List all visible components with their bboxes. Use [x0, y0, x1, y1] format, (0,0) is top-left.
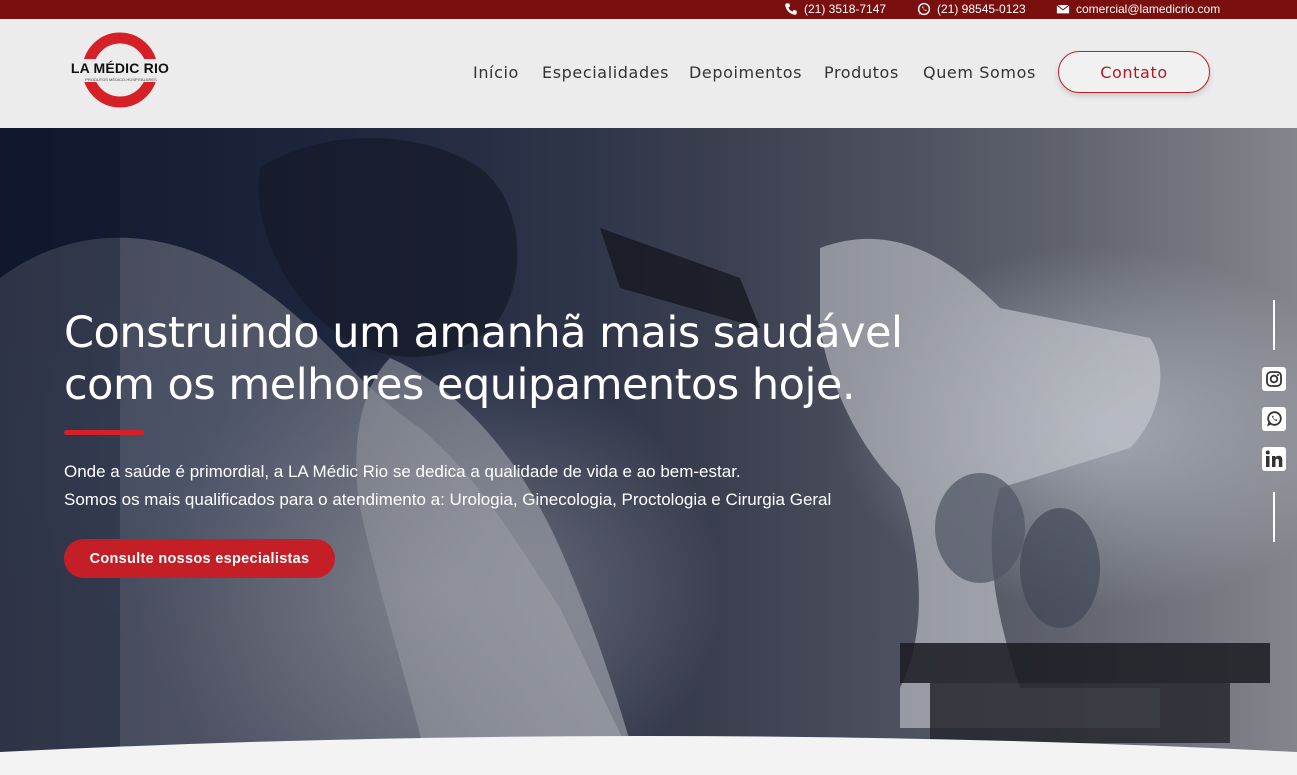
- instagram-icon[interactable]: [1262, 367, 1286, 391]
- headline-divider: [64, 430, 144, 435]
- headline-line-1: Construindo um amanhã mais saudável: [64, 308, 903, 358]
- logo-tagline: PRODUTOS MÉDICO-HOSPITALARES: [78, 77, 164, 82]
- whatsapp-contact[interactable]: (21) 98545-0123: [917, 2, 1026, 16]
- consult-specialists-button[interactable]: Consulte nossos especialistas: [64, 539, 335, 578]
- hero-description: Onde a saúde é primordial, a LA Médic Ri…: [64, 458, 831, 514]
- social-rail-line-bottom: [1273, 492, 1275, 542]
- linkedin-icon[interactable]: [1262, 447, 1286, 471]
- whatsapp-icon: [917, 2, 931, 16]
- headline-line-2: com os melhores equipamentos hoje.: [64, 360, 856, 410]
- top-contact-bar: (21) 3518-7147 (21) 98545-0123 comercial…: [0, 0, 1297, 19]
- description-line-2: Somos os mais qualificados para o atendi…: [64, 490, 832, 509]
- mail-icon: [1056, 4, 1070, 14]
- hero-overlay: [0, 128, 1297, 775]
- phone-contact[interactable]: (21) 3518-7147: [784, 2, 886, 16]
- hero-section: Construindo um amanhã mais saudável com …: [0, 128, 1297, 775]
- email-address: comercial@lamedicrio.com: [1076, 2, 1221, 16]
- nav-quem-somos[interactable]: Quem Somos: [923, 63, 1036, 82]
- whatsapp-number: (21) 98545-0123: [937, 2, 1026, 16]
- nav-inicio[interactable]: Início: [473, 63, 519, 82]
- description-line-1: Onde a saúde é primordial, a LA Médic Ri…: [64, 462, 741, 481]
- site-header: LA MÉDIC RIO PRODUTOS MÉDICO-HOSPITALARE…: [0, 19, 1297, 128]
- email-contact[interactable]: comercial@lamedicrio.com: [1056, 2, 1220, 16]
- nav-depoimentos[interactable]: Depoimentos: [689, 63, 802, 82]
- nav-especialidades[interactable]: Especialidades: [542, 63, 669, 82]
- whatsapp-social-icon[interactable]: [1262, 407, 1286, 431]
- logo-name: LA MÉDIC RIO: [64, 59, 176, 77]
- nav-produtos[interactable]: Produtos: [824, 63, 899, 82]
- logo[interactable]: LA MÉDIC RIO PRODUTOS MÉDICO-HOSPITALARE…: [64, 31, 176, 109]
- hero-headline: Construindo um amanhã mais saudável com …: [64, 307, 1044, 411]
- phone-icon: [785, 3, 797, 15]
- contact-button[interactable]: Contato: [1058, 51, 1210, 93]
- social-rail-line-top: [1273, 300, 1275, 350]
- hero-bottom-curve: [0, 736, 1297, 775]
- phone-number: (21) 3518-7147: [804, 2, 887, 16]
